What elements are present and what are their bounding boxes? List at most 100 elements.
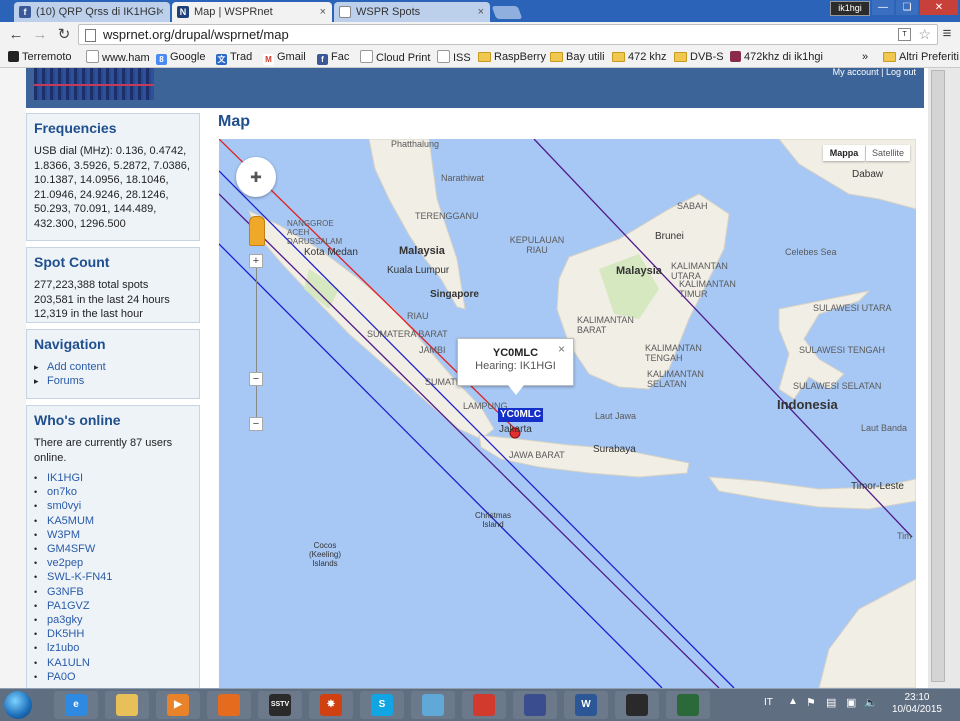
user-link[interactable]: DK5HH [47,628,84,640]
tab-wspr-spots[interactable]: WSPR Spots × [334,2,490,22]
reload-icon[interactable]: ↻ [54,25,74,45]
language-indicator[interactable]: IT [764,697,773,708]
station-callsign-label[interactable]: YC0MLC [498,408,544,422]
bookmark-bay-utili[interactable]: Bay utili [550,50,605,65]
bookmark-dvb-s[interactable]: DVB-S [674,50,724,65]
tray-expand-icon[interactable]: ▲ [788,696,798,707]
bookmarks-overflow-button[interactable]: » [862,50,868,65]
list-item[interactable]: PA0O [34,670,192,684]
bookmark-google[interactable]: 8 Google [156,50,205,65]
user-link[interactable]: KA1ULN [47,657,90,669]
list-item[interactable]: pa3gky [34,613,192,627]
bookmark-472-khz[interactable]: 472 khz [612,50,667,65]
restore-icon[interactable]: ❏ [896,0,918,15]
nav-link[interactable]: Forums [47,375,84,387]
list-item[interactable]: W3PM [34,528,192,542]
taskbar-app-button[interactable]: W [564,691,608,719]
user-link[interactable]: on7ko [47,486,77,498]
close-icon[interactable]: × [478,2,484,22]
user-link[interactable]: sm0vyi [47,500,81,512]
user-link[interactable]: lz1ubo [47,642,79,654]
taskbar-app-button[interactable] [666,691,710,719]
bookmark-iss[interactable]: ISS [437,50,471,65]
display-icon[interactable]: ▣ [846,696,856,709]
bookmark-altri-preferiti[interactable]: Altri Preferiti [883,50,959,65]
user-link[interactable]: W3PM [47,529,80,541]
list-item[interactable]: on7ko [34,485,192,499]
propagation-map[interactable]: Malaysia Malaysia Indonesia Kota Medan K… [219,139,916,688]
satellite-type-button[interactable]: Satellite [866,145,910,161]
zoom-out-button[interactable]: − [249,417,263,431]
bookmark-fac[interactable]: f Fac [317,50,349,65]
list-item[interactable]: sm0vyi [34,499,192,513]
taskbar-app-button[interactable]: e [54,691,98,719]
list-item[interactable]: ve2pep [34,556,192,570]
pan-control-icon[interactable]: ✚ [236,157,276,197]
back-arrow-icon[interactable]: ← [6,25,26,45]
street-view-pegman-icon[interactable] [249,216,265,246]
user-profile-badge[interactable]: ik1hgi [830,1,870,16]
list-item[interactable]: IK1HGI [34,471,192,485]
my-account-link[interactable]: My account [833,68,879,77]
taskbar-app-button[interactable]: SSTV [258,691,302,719]
taskbar-app-button[interactable] [105,691,149,719]
bookmark-raspberry[interactable]: RaspBerry [478,50,546,65]
translate-icon[interactable]: T [898,28,911,41]
user-link[interactable]: SWL-K-FN41 [47,571,112,583]
taskbar-app-button[interactable] [615,691,659,719]
bookmark-star-icon[interactable]: ☆ [918,25,931,44]
user-link[interactable]: PA0O [47,671,76,683]
url-text[interactable]: wsprnet.org/drupal/wsprnet/map [103,25,289,44]
map-type-button[interactable]: Mappa [823,145,865,161]
taskbar-app-button[interactable]: ▶ [156,691,200,719]
user-link[interactable]: GM4SFW [47,543,95,555]
list-item[interactable]: KA5MUM [34,514,192,528]
list-item[interactable]: G3NFB [34,585,192,599]
bookmark-terremoto[interactable]: Terremoto [8,50,72,65]
close-icon[interactable]: × [558,342,565,356]
zoom-slider-handle[interactable]: − [249,372,263,386]
nav-link[interactable]: Add content [47,361,106,373]
taskbar-app-button[interactable]: ✸ [309,691,353,719]
taskbar-app-button[interactable] [462,691,506,719]
tab-wsprnet-map[interactable]: N Map | WSPRnet × [172,2,332,22]
taskbar-app-button[interactable] [513,691,557,719]
zoom-slider-track[interactable] [256,259,257,429]
network-icon[interactable]: ▤ [826,696,836,709]
bookmark-www-ham[interactable]: www.ham [86,50,150,65]
bookmark-gmail[interactable]: M Gmail [263,50,306,65]
minimize-icon[interactable]: — [872,0,894,15]
list-item[interactable]: PA1GVZ [34,599,192,613]
user-link[interactable]: IK1HGI [47,472,83,484]
user-link[interactable]: KA5MUM [47,515,94,527]
close-window-icon[interactable]: ✕ [920,0,958,15]
flag-icon[interactable]: ⚑ [806,696,816,709]
address-bar[interactable]: wsprnet.org/drupal/wsprnet/map T ☆ [78,24,938,45]
user-link[interactable]: ve2pep [47,557,83,569]
start-button[interactable] [4,691,32,719]
scrollbar-thumb[interactable] [931,70,945,682]
close-icon[interactable]: × [158,2,164,22]
forward-arrow-icon[interactable]: → [30,25,50,45]
list-item[interactable]: lz1ubo [34,641,192,655]
user-link[interactable]: G3NFB [47,586,84,598]
list-item[interactable]: KA1ULN [34,656,192,670]
list-item[interactable]: DK5HH [34,627,192,641]
new-tab-button[interactable] [491,6,523,19]
close-icon[interactable]: × [320,2,326,22]
taskbar-app-button[interactable] [207,691,251,719]
user-link[interactable]: pa3gky [47,614,82,626]
bookmark-472khz-ik1hgi[interactable]: 472khz di ik1hgi [730,50,823,65]
bookmark-trad[interactable]: 文 Trad [216,50,252,65]
nav-item-forums[interactable]: Forums [34,374,192,388]
menu-icon[interactable]: ≡ [940,26,954,42]
taskbar-app-button[interactable]: S [360,691,404,719]
list-item[interactable]: GM4SFW [34,542,192,556]
taskbar-app-button[interactable] [411,691,455,719]
log-out-link[interactable]: Log out [886,68,916,77]
list-item[interactable]: SWL-K-FN41 [34,570,192,584]
tab-facebook[interactable]: f (10) QRP Qrss di IK1HGI × [14,2,170,22]
volume-icon[interactable]: 🔈 [864,696,878,709]
nav-item-add-content[interactable]: Add content [34,360,192,374]
taskbar-clock[interactable]: 23:10 10/04/2015 [892,692,942,716]
